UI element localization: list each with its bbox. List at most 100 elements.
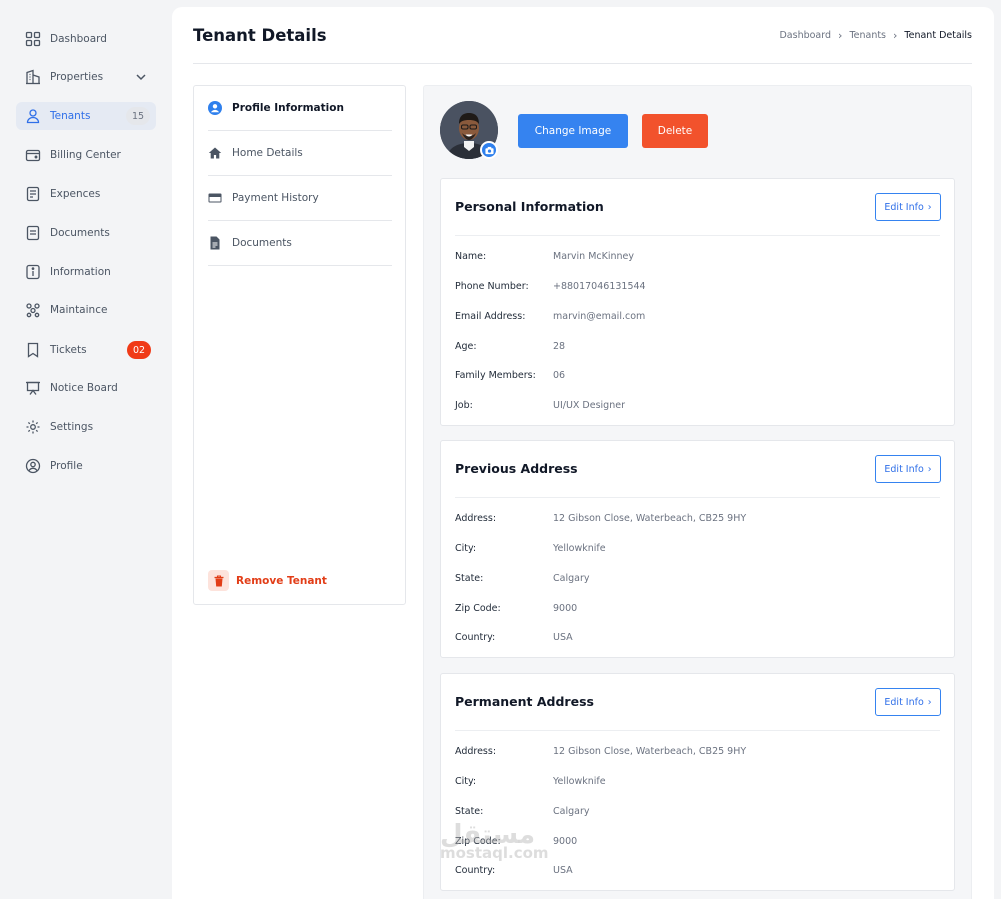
sidebar-item-settings[interactable]: Settings: [16, 413, 156, 441]
row-label: Zip Code:: [455, 602, 501, 614]
breadcrumb-tenants[interactable]: Tenants: [849, 30, 886, 41]
camera-icon[interactable]: [480, 141, 498, 159]
info-icon: [16, 264, 50, 280]
sidebar-item-label: Settings: [50, 421, 94, 433]
sidebar-item-label: Maintaince: [50, 304, 108, 316]
row-label: Email Address:: [455, 310, 526, 322]
sidebar-item-tenants[interactable]: Tenants 15: [16, 102, 156, 130]
permanent-address-card: Permanent Address Edit Info › Address: 12 …: [440, 673, 955, 891]
card-divider: [455, 497, 940, 498]
row-value: Marvin McKinney: [553, 250, 635, 262]
info-row: Zip Code: 9000: [455, 600, 940, 616]
tenant-profile-content: Change Image Delete Personal Information…: [423, 85, 972, 899]
sidebar-item-maintaince[interactable]: Maintaince: [16, 296, 156, 324]
sidebar-item-documents[interactable]: Documents: [16, 219, 156, 247]
chevron-right-icon: ›: [893, 29, 898, 42]
card-divider: [455, 730, 940, 731]
row-label: City:: [455, 775, 477, 787]
row-label: Address:: [455, 512, 497, 524]
info-row: Email Address: marvin@email.com: [455, 308, 940, 324]
info-row: State: Calgary: [455, 570, 940, 586]
breadcrumb-dashboard[interactable]: Dashboard: [779, 30, 831, 41]
document-icon: [16, 225, 50, 241]
row-label: State:: [455, 572, 484, 584]
sidebar-item-label: Information: [50, 266, 111, 278]
row-value: Calgary: [553, 805, 590, 817]
edit-label: Edit Info: [884, 201, 924, 213]
info-row: State: Calgary: [455, 803, 940, 819]
info-row: City: Yellowknife: [455, 773, 940, 789]
row-value: USA: [553, 631, 573, 643]
row-label: State:: [455, 805, 484, 817]
info-row: Phone Number: +88017046131544: [455, 278, 940, 294]
previous-address-card: Previous Address Edit Info › Address: 12 G…: [440, 440, 955, 658]
edit-permanent-address-button[interactable]: Edit Info ›: [875, 688, 941, 716]
row-label: Job:: [455, 399, 473, 411]
building-icon: [16, 69, 50, 85]
row-label: Name:: [455, 250, 487, 262]
header-divider: [193, 63, 972, 64]
info-row: Zip Code: 9000: [455, 833, 940, 849]
sidebar-item-label: Expences: [50, 188, 101, 200]
row-value: USA: [553, 864, 573, 876]
sidebar-item-dashboard[interactable]: Dashboard: [16, 25, 156, 53]
row-label: Zip Code:: [455, 835, 501, 847]
edit-label: Edit Info: [884, 463, 924, 475]
tenants-count-badge: 15: [126, 107, 150, 125]
remove-tenant-button[interactable]: Remove Tenant: [208, 570, 327, 591]
info-row: City: Yellowknife: [455, 540, 940, 556]
change-image-button[interactable]: Change Image: [518, 114, 628, 148]
edit-personal-info-button[interactable]: Edit Info ›: [875, 193, 941, 221]
row-value: Calgary: [553, 572, 590, 584]
sidebar-item-notice-board[interactable]: Notice Board: [16, 374, 156, 402]
user-circle-icon: [208, 101, 232, 115]
edit-label: Edit Info: [884, 696, 924, 708]
tab-documents[interactable]: Documents: [208, 221, 392, 266]
tab-label: Home Details: [232, 147, 303, 159]
sidebar-item-information[interactable]: Information: [16, 258, 156, 286]
tab-payment-history[interactable]: Payment History: [208, 176, 392, 221]
row-value: 06: [553, 369, 566, 381]
tab-profile-information[interactable]: Profile Information: [208, 86, 392, 131]
breadcrumb: Dashboard › Tenants › Tenant Details: [779, 29, 972, 42]
info-row: Address: 12 Gibson Close, Waterbeach, CB2…: [455, 743, 940, 759]
row-value: Yellowknife: [553, 775, 606, 787]
sidebar-item-profile[interactable]: Profile: [16, 452, 156, 480]
sidebar-item-label: Tickets: [50, 344, 87, 356]
edit-previous-address-button[interactable]: Edit Info ›: [875, 455, 941, 483]
row-value: Yellowknife: [553, 542, 606, 554]
remove-tenant-label: Remove Tenant: [236, 574, 327, 587]
wallet-icon: [16, 147, 50, 163]
bookmark-icon: [16, 342, 50, 358]
row-value: +88017046131544: [553, 280, 646, 292]
info-row: Job: UI/UX Designer: [455, 397, 940, 413]
row-value: 9000: [553, 602, 578, 614]
sidebar-item-label: Notice Board: [50, 382, 118, 394]
row-label: Family Members:: [455, 369, 536, 381]
chevron-right-icon: ›: [927, 201, 932, 213]
info-row: Country: USA: [455, 629, 940, 645]
info-row: Family Members: 06: [455, 367, 940, 383]
main-panel: Tenant Details Dashboard › Tenants › Ten…: [172, 7, 994, 899]
sidebar-item-expences[interactable]: Expences: [16, 180, 156, 208]
personal-information-card: Personal Information Edit Info › Name: Mar…: [440, 178, 955, 426]
chevron-down-icon[interactable]: [134, 70, 148, 84]
info-row: Name: Marvin McKinney: [455, 248, 940, 264]
delete-image-button[interactable]: Delete: [642, 114, 708, 148]
tab-label: Payment History: [232, 192, 319, 204]
page-title: Tenant Details: [193, 26, 327, 45]
tickets-count-badge: 02: [127, 341, 151, 359]
row-value: 12 Gibson Close, Waterbeach, CB25 9HY: [553, 745, 747, 757]
breadcrumb-current: Tenant Details: [904, 30, 972, 41]
tab-label: Documents: [232, 237, 292, 249]
info-row: Address: 12 Gibson Close, Waterbeach, CB2…: [455, 510, 940, 526]
sidebar-item-properties[interactable]: Properties: [16, 63, 156, 91]
row-value: 9000: [553, 835, 578, 847]
sidebar-item-tickets[interactable]: Tickets 02: [16, 336, 156, 364]
chevron-right-icon: ›: [838, 29, 843, 42]
tab-home-details[interactable]: Home Details: [208, 131, 392, 176]
credit-card-icon: [208, 191, 232, 205]
sidebar-item-billing-center[interactable]: Billing Center: [16, 141, 156, 169]
home-icon: [208, 146, 232, 160]
user-icon: [16, 108, 50, 124]
